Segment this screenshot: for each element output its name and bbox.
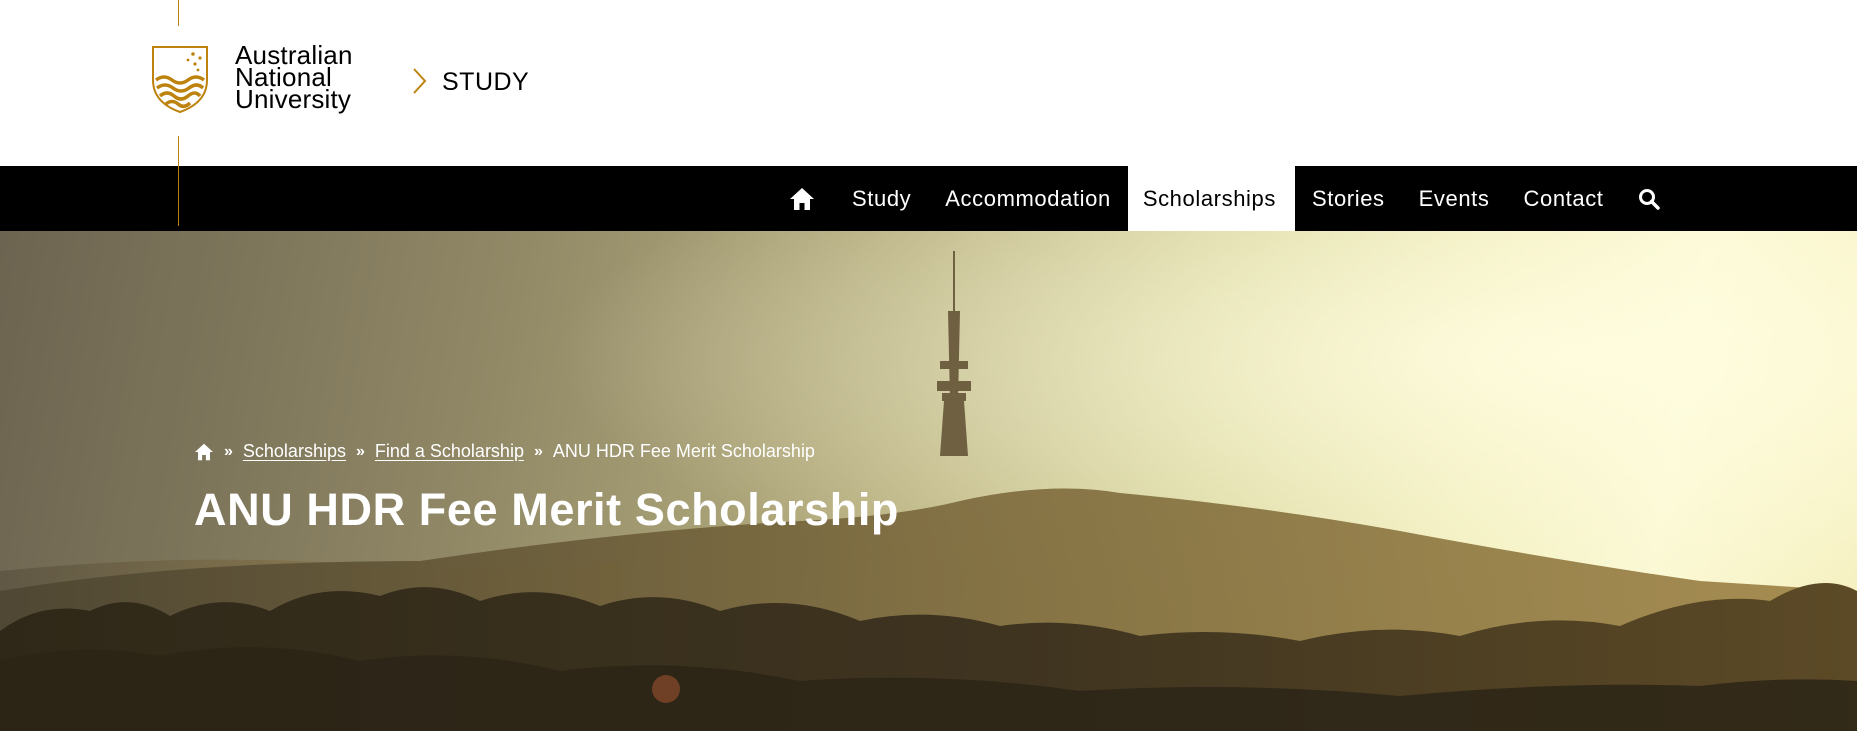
gold-divider-line <box>178 0 179 26</box>
chevron-right-icon <box>413 67 427 94</box>
nav-item-scholarships[interactable]: Scholarships <box>1127 166 1295 231</box>
breadcrumb-link-find-a-scholarship[interactable]: Find a Scholarship <box>375 441 524 462</box>
nav-item-study[interactable]: Study <box>835 166 928 231</box>
logo-line-3: University <box>235 84 352 114</box>
page-title: ANU HDR Fee Merit Scholarship <box>194 484 900 535</box>
nav-search-button[interactable] <box>1621 166 1677 231</box>
home-icon <box>195 443 213 460</box>
hero-banner: » Scholarships » Find a Scholarship » AN… <box>0 231 1857 731</box>
main-navigation: Study Accommodation Scholarships Stories… <box>0 166 1857 231</box>
double-chevron-right-icon: » <box>533 442 543 460</box>
home-icon <box>790 187 814 210</box>
nav-item-events[interactable]: Events <box>1402 166 1507 231</box>
breadcrumb-current-page: ANU HDR Fee Merit Scholarship <box>552 441 815 461</box>
breadcrumb-home-link[interactable] <box>194 443 214 461</box>
breadcrumb: » Scholarships » Find a Scholarship » AN… <box>194 441 899 462</box>
double-chevron-right-icon: » <box>355 442 365 460</box>
nav-home[interactable] <box>776 166 835 231</box>
page-body-start <box>0 731 1857 739</box>
logo-wordmark: Australian National University <box>235 42 353 114</box>
site-header: Australian National University STUDY <box>0 0 1857 166</box>
nav-item-accommodation[interactable]: Accommodation <box>928 166 1128 231</box>
hero-content: » Scholarships » Find a Scholarship » AN… <box>194 441 899 538</box>
nav-list: Study Accommodation Scholarships Stories… <box>776 166 1677 231</box>
breadcrumb-link-scholarships[interactable]: Scholarships <box>243 441 346 462</box>
anu-crest-icon <box>152 46 208 114</box>
site-section-name: STUDY <box>442 68 530 96</box>
nav-item-contact[interactable]: Contact <box>1507 166 1621 231</box>
nav-item-stories[interactable]: Stories <box>1295 166 1402 231</box>
double-chevron-right-icon: » <box>224 442 233 460</box>
anu-logo-link[interactable]: Australian National University <box>150 42 353 114</box>
site-section-link[interactable]: STUDY <box>412 64 529 97</box>
gold-divider-line-lower <box>178 136 179 226</box>
search-icon <box>1638 188 1660 210</box>
